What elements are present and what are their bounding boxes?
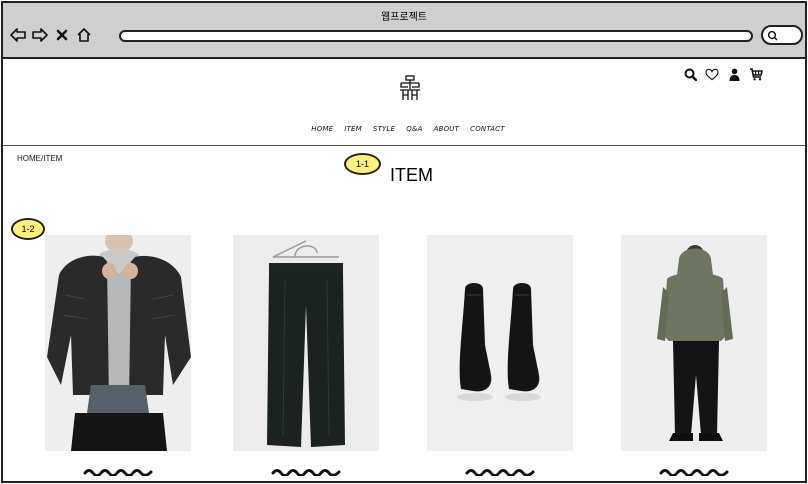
- leather-boots-photo[interactable]: [427, 235, 573, 451]
- menu-item-contact[interactable]: CONTACT: [470, 125, 505, 133]
- cart-icon[interactable]: [749, 66, 763, 82]
- product-name-scribble: [233, 463, 379, 476]
- forward-icon[interactable]: [31, 25, 49, 45]
- product-card[interactable]: [45, 235, 191, 476]
- user-icon[interactable]: [727, 66, 741, 82]
- product-name-scribble: [427, 463, 573, 476]
- menu-item-home[interactable]: HOME: [311, 125, 333, 133]
- main-menu: HOME ITEM STYLE Q&A ABOUT CONTACT: [3, 125, 805, 133]
- site-logo[interactable]: [398, 75, 422, 106]
- browser-toolbar: 웹프로젝트: [3, 3, 805, 59]
- browser-nav: [9, 25, 93, 45]
- product-name-scribble: [621, 463, 767, 476]
- padded-jacket-photo[interactable]: [45, 235, 191, 451]
- search-icon[interactable]: [683, 66, 697, 82]
- header-utility-icons: [683, 66, 763, 82]
- menu-item-qna[interactable]: Q&A: [406, 125, 422, 133]
- hooded-parka-outfit-photo[interactable]: [621, 235, 767, 451]
- product-name-scribble: [45, 463, 191, 476]
- header-divider: [3, 145, 805, 146]
- product-card[interactable]: [233, 235, 379, 476]
- menu-item-about[interactable]: ABOUT: [434, 125, 460, 133]
- product-card[interactable]: [621, 235, 767, 476]
- menu-item-style[interactable]: STYLE: [373, 125, 395, 133]
- menu-item-item[interactable]: ITEM: [344, 125, 362, 133]
- back-icon[interactable]: [9, 25, 27, 45]
- annotation-badge: 1-1: [344, 153, 381, 175]
- page-title: ITEM: [390, 165, 433, 185]
- breadcrumb[interactable]: HOME/ITEM: [17, 154, 62, 163]
- browser-window: 웹프로젝트 HOME ITEM STYLE Q&A ABOUT CONTACT …: [1, 1, 807, 483]
- address-bar[interactable]: [119, 30, 753, 42]
- heart-icon[interactable]: [705, 66, 719, 82]
- product-card[interactable]: [427, 235, 573, 476]
- window-title: 웹프로젝트: [381, 12, 427, 23]
- search-icon: [767, 30, 778, 41]
- close-icon[interactable]: [53, 25, 71, 45]
- browser-search-button[interactable]: [761, 25, 803, 45]
- annotation-badge: 1-2: [11, 218, 45, 240]
- wide-trousers-photo[interactable]: [233, 235, 379, 451]
- home-icon[interactable]: [75, 25, 93, 45]
